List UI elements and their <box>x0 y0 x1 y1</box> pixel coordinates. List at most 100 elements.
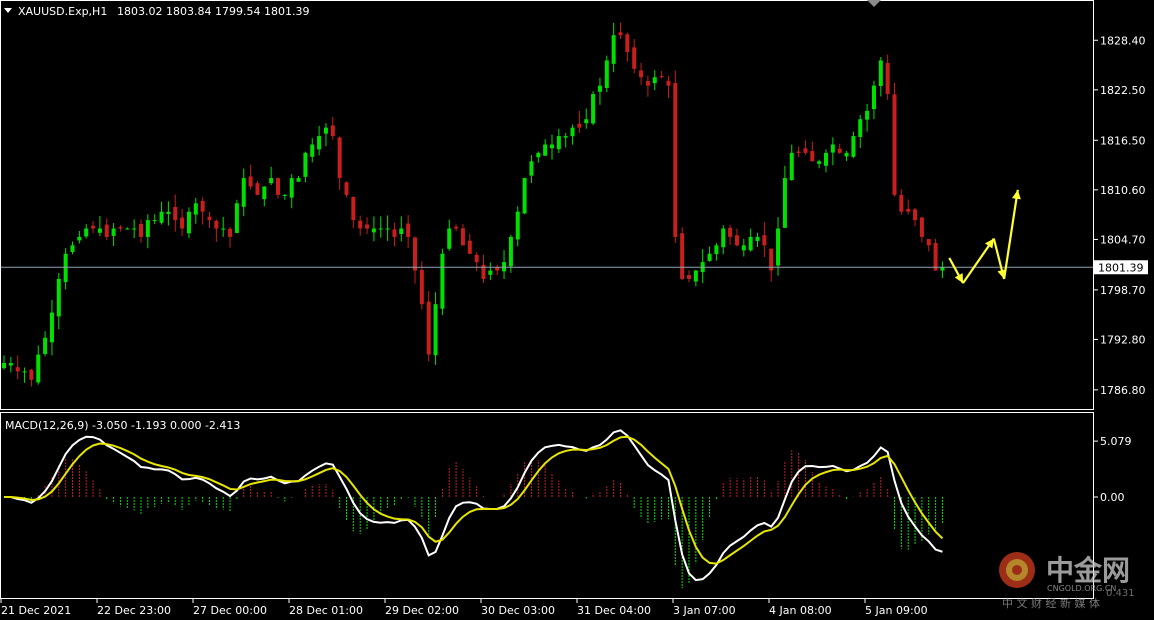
x-tick-label: 29 Dec 02:00 <box>385 604 459 617</box>
candle-body <box>878 60 883 86</box>
candle-body <box>693 270 698 282</box>
candle-body <box>762 235 767 246</box>
candle-body <box>454 226 459 229</box>
candle-body <box>2 362 6 369</box>
candle-body <box>159 211 164 223</box>
candle-body <box>406 223 411 237</box>
candle-body <box>241 178 246 207</box>
macd-label: MACD(12,26,9) -3.050 -1.193 0.000 -2.413 <box>5 419 240 432</box>
candle-body <box>91 225 96 229</box>
candle-body <box>632 47 637 69</box>
candle-body <box>276 178 280 195</box>
top-scroll-marker-icon[interactable] <box>867 0 881 7</box>
candle-body <box>152 220 157 222</box>
candle-body <box>173 206 178 221</box>
candle-body <box>317 136 322 150</box>
candle-body <box>145 220 150 237</box>
candle-body <box>310 144 315 157</box>
candle-body <box>680 233 685 279</box>
candle-body <box>734 235 739 246</box>
candle-body <box>269 178 274 184</box>
ohlc-values: 1803.02 1803.84 1799.54 1801.39 <box>117 5 309 18</box>
candle-body <box>892 94 897 195</box>
axis-labels: 1801.39 1828.40 1822.50 1816.50 1810.60 1804.… <box>0 34 1148 617</box>
candle-body <box>515 211 520 240</box>
macd-signal-line <box>4 435 944 565</box>
candle-body <box>776 228 781 266</box>
candle-body <box>714 245 719 255</box>
candle-body <box>625 34 630 53</box>
candle-body <box>926 239 931 246</box>
candle-body <box>728 227 733 237</box>
candle-body <box>77 236 82 241</box>
forecast-arrow-line <box>1003 189 1019 280</box>
candle-body <box>371 228 376 233</box>
candle-body <box>556 136 561 150</box>
candle-body <box>639 70 644 78</box>
y-tick-label: 1786.80 <box>1100 384 1146 397</box>
candle-body <box>8 362 13 366</box>
candle-body <box>577 123 582 128</box>
chart-window: 1801.39 1828.40 1822.50 1816.50 1810.60 1804.… <box>0 0 1154 620</box>
candle-body <box>741 245 746 251</box>
candle-body <box>440 253 445 309</box>
candle-body <box>666 80 671 86</box>
forecast-arrowhead-icon <box>985 238 994 249</box>
candle-body <box>652 77 657 84</box>
candle-body <box>207 216 212 221</box>
candle-body <box>447 228 452 249</box>
candle-body <box>365 224 370 229</box>
candle-body <box>817 161 822 164</box>
x-tick-label: 4 Jan 08:00 <box>769 604 832 617</box>
candle-body <box>22 371 27 373</box>
candle-body <box>125 228 130 230</box>
candle-body <box>851 136 856 157</box>
macd-line <box>4 429 943 582</box>
candle-body <box>871 85 876 110</box>
y-tick-label: 1804.70 <box>1100 233 1146 246</box>
candle-body <box>913 209 918 221</box>
macd-panel <box>4 429 944 589</box>
candle-body <box>604 60 609 88</box>
current-price-tag-label: 1801.39 <box>1098 261 1144 274</box>
candle-body <box>563 136 568 138</box>
macd-panel-frame <box>0 412 1094 599</box>
candle-body <box>687 275 691 279</box>
candle-body <box>474 254 479 263</box>
candle-body <box>522 178 527 214</box>
candle-body <box>234 203 239 233</box>
x-tick-label: 21 Dec 2021 <box>1 604 71 617</box>
forecast-arrowhead-icon <box>1011 189 1021 200</box>
y-tick-label: 1822.50 <box>1100 84 1146 97</box>
candle-body <box>399 228 404 235</box>
x-tick-label: 3 Jan 07:00 <box>673 604 736 617</box>
chart-canvas[interactable]: 1801.39 1828.40 1822.50 1816.50 1810.60 1804.… <box>0 0 1154 620</box>
candle-body <box>36 354 41 383</box>
candle-body <box>200 200 205 212</box>
candle-body <box>228 228 233 237</box>
candle-body <box>385 228 390 230</box>
candle-body <box>303 152 308 177</box>
candle-body <box>84 228 89 237</box>
candle-body <box>282 194 287 196</box>
candle-body <box>460 228 465 246</box>
candle-body <box>782 178 787 228</box>
candle-body <box>330 125 335 137</box>
candle-body <box>529 161 534 176</box>
candle-body <box>488 270 493 275</box>
price-panel-frame <box>0 0 1094 410</box>
candle-body <box>166 211 171 215</box>
candle-body <box>193 203 198 215</box>
candle-body <box>618 32 623 36</box>
candle-body <box>899 194 904 212</box>
candle-body <box>111 228 116 236</box>
collapse-triangle-icon[interactable] <box>4 8 12 13</box>
candle-body <box>844 152 849 157</box>
candle-body <box>392 229 397 237</box>
candle-body <box>803 148 808 153</box>
candle-body <box>433 304 438 356</box>
candle-body <box>673 83 678 237</box>
candle-body <box>748 236 753 251</box>
candle-body <box>70 245 75 252</box>
x-tick-label: 28 Dec 01:00 <box>289 604 363 617</box>
